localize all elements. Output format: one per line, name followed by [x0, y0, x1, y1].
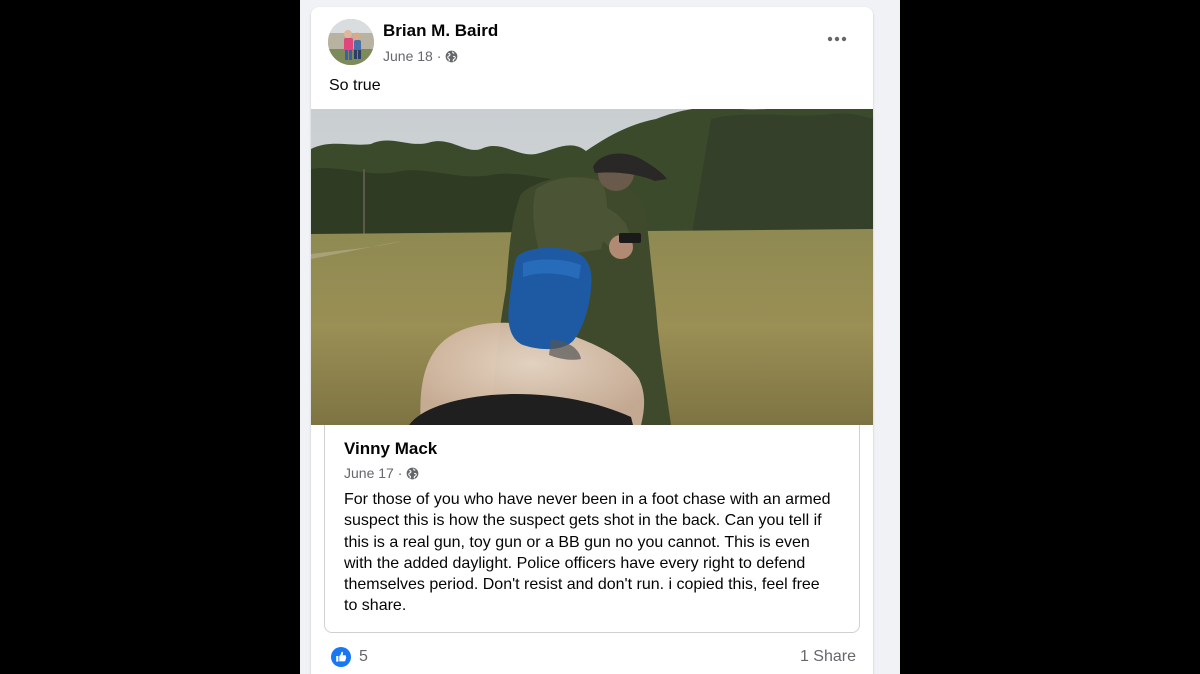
post-author-name[interactable]: Brian M. Baird — [383, 21, 498, 41]
more-options-icon — [827, 36, 847, 42]
post-meta: June 18 · — [383, 48, 458, 64]
globe-icon[interactable] — [406, 467, 419, 480]
post-photo[interactable] — [311, 109, 873, 425]
shared-post-date[interactable]: June 17 · — [344, 465, 402, 481]
shared-post-text: For those of you who have never been in … — [344, 491, 831, 615]
post-card: Brian M. Baird June 18 · So true Vinny M… — [311, 7, 873, 674]
photo-person-aiming-gun — [311, 109, 873, 425]
more-options-button[interactable] — [823, 29, 851, 49]
like-icon — [331, 647, 351, 667]
shared-post-author-name[interactable]: Vinny Mack — [344, 439, 437, 459]
reaction-count: 5 — [359, 648, 368, 665]
share-count-link[interactable]: 1 Share — [800, 648, 856, 666]
globe-icon[interactable] — [445, 50, 458, 63]
post-text: So true — [329, 77, 381, 94]
author-avatar[interactable] — [328, 19, 374, 65]
shared-post-meta: June 17 · — [344, 465, 419, 481]
news-feed-column: Brian M. Baird June 18 · So true Vinny M… — [300, 0, 900, 674]
reactions-summary[interactable]: 5 — [331, 647, 368, 667]
post-date[interactable]: June 18 · — [383, 48, 441, 64]
shared-post-card[interactable]: Vinny Mack June 17 · For those of you wh… — [324, 425, 860, 633]
